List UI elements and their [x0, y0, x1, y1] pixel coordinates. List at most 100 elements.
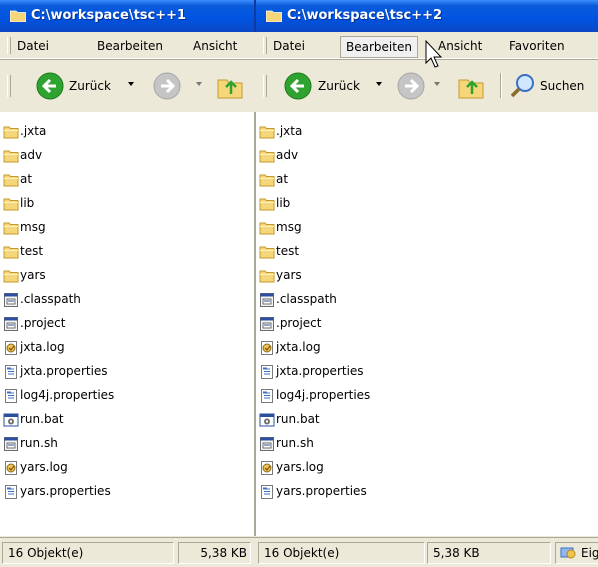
file-name: run.sh: [276, 436, 314, 450]
list-item[interactable]: yars.properties: [0, 481, 254, 503]
file-list: .jxta adv at lib msg test yars .classpat…: [0, 112, 256, 536]
file-name: .project: [276, 316, 322, 330]
menu-bearbeiten[interactable]: Bearbeiten: [340, 36, 418, 58]
list-item[interactable]: jxta.properties: [0, 361, 254, 383]
file-name: run.bat: [20, 412, 64, 426]
status-bar: 16 Objekt(e) 5,38 KB Eige: [256, 537, 598, 567]
list-item[interactable]: log4j.properties: [256, 385, 598, 407]
back-arrow-icon[interactable]: [35, 71, 65, 101]
folder-icon: [3, 220, 19, 236]
menu-favoriten[interactable]: Favoriten: [509, 39, 565, 53]
forward-dropdown-arrow: [196, 82, 202, 86]
list-item[interactable]: test: [256, 241, 598, 263]
folder-icon: [3, 268, 19, 284]
status-object-count: 16 Objekt(e): [8, 546, 84, 560]
list-item[interactable]: yars.log: [0, 457, 254, 479]
file-list: .jxta adv at lib msg test yars .classpat…: [256, 112, 598, 536]
log-file-icon: [259, 340, 275, 356]
folder-icon: [3, 244, 19, 260]
file-name: yars.properties: [20, 484, 111, 498]
list-item[interactable]: at: [256, 169, 598, 191]
folder-icon: [259, 124, 275, 140]
toolbar-grip[interactable]: [263, 75, 267, 97]
file-name: yars.log: [20, 460, 68, 474]
search-icon[interactable]: [508, 71, 538, 101]
file-name: log4j.properties: [20, 388, 115, 402]
toolbar-grip[interactable]: [7, 37, 11, 54]
title-bar[interactable]: C:\workspace\tsc++1: [0, 0, 256, 32]
status-zone: Eige: [581, 546, 598, 560]
list-item[interactable]: adv: [256, 145, 598, 167]
list-item[interactable]: yars.properties: [256, 481, 598, 503]
status-size: 5,38 KB: [200, 546, 247, 560]
search-button-label[interactable]: Suchen: [540, 79, 584, 93]
menu-datei[interactable]: Datei: [273, 39, 305, 53]
folder-icon: [266, 10, 282, 22]
status-object-count: 16 Objekt(e): [264, 546, 340, 560]
back-button-label[interactable]: Zurück: [318, 79, 360, 93]
file-name: .project: [20, 316, 66, 330]
folder-icon: [259, 148, 275, 164]
forward-arrow-icon: [397, 72, 425, 100]
file-name: .classpath: [276, 292, 337, 306]
list-item[interactable]: .project: [0, 313, 254, 335]
back-dropdown-arrow[interactable]: [128, 82, 134, 86]
file-name: at: [20, 172, 33, 186]
explorer-window-2: C:\workspace\tsc++2 Datei Bearbeiten Ans…: [256, 0, 598, 567]
generic-file-icon: [3, 292, 19, 308]
generic-file-icon: [259, 292, 275, 308]
menu-bar: Datei Bearbeiten Ansicht: [0, 33, 256, 59]
list-item[interactable]: jxta.properties: [256, 361, 598, 383]
list-item[interactable]: log4j.properties: [0, 385, 254, 407]
list-item[interactable]: .jxta: [256, 121, 598, 143]
file-name: jxta.properties: [20, 364, 108, 378]
list-item[interactable]: jxta.log: [256, 337, 598, 359]
list-item[interactable]: .classpath: [256, 289, 598, 311]
status-bar: 16 Objekt(e) 5,38 KB: [0, 537, 256, 567]
list-item[interactable]: yars.log: [256, 457, 598, 479]
list-item[interactable]: yars: [256, 265, 598, 287]
list-item[interactable]: adv: [0, 145, 254, 167]
list-item[interactable]: run.bat: [0, 409, 254, 431]
menu-ansicht[interactable]: Ansicht: [193, 39, 237, 53]
generic-file-icon: [3, 436, 19, 452]
back-dropdown-arrow[interactable]: [376, 82, 382, 86]
file-name: jxta.log: [20, 340, 65, 354]
file-name: yars.log: [276, 460, 324, 474]
back-arrow-icon[interactable]: [283, 71, 313, 101]
file-name: yars: [20, 268, 46, 282]
status-count-cell: 16 Objekt(e): [258, 542, 425, 564]
file-name: at: [276, 172, 289, 186]
toolbar-grip[interactable]: [263, 37, 267, 54]
list-item[interactable]: run.sh: [256, 433, 598, 455]
list-item[interactable]: test: [0, 241, 254, 263]
file-name: lib: [20, 196, 35, 210]
folder-icon: [259, 172, 275, 188]
generic-file-icon: [259, 316, 275, 332]
list-item[interactable]: msg: [0, 217, 254, 239]
list-item[interactable]: yars: [0, 265, 254, 287]
list-item[interactable]: .project: [256, 313, 598, 335]
file-name: .jxta: [276, 124, 303, 138]
menu-bearbeiten[interactable]: Bearbeiten: [97, 39, 163, 53]
list-item[interactable]: msg: [256, 217, 598, 239]
list-item[interactable]: at: [0, 169, 254, 191]
file-name: test: [20, 244, 44, 258]
list-item[interactable]: .jxta: [0, 121, 254, 143]
menu-datei[interactable]: Datei: [17, 39, 49, 53]
list-item[interactable]: .classpath: [0, 289, 254, 311]
toolbar-grip[interactable]: [7, 75, 11, 97]
list-item[interactable]: run.bat: [256, 409, 598, 431]
list-item[interactable]: run.sh: [0, 433, 254, 455]
back-button-label[interactable]: Zurück: [69, 79, 111, 93]
list-item[interactable]: lib: [256, 193, 598, 215]
file-name: lib: [276, 196, 291, 210]
properties-file-icon: [259, 484, 275, 500]
list-item[interactable]: jxta.log: [0, 337, 254, 359]
forward-arrow-icon: [153, 72, 181, 100]
folder-up-icon[interactable]: [215, 71, 245, 101]
list-item[interactable]: lib: [0, 193, 254, 215]
folder-up-icon[interactable]: [456, 71, 486, 101]
forward-dropdown-arrow: [434, 82, 440, 86]
title-bar[interactable]: C:\workspace\tsc++2: [256, 0, 598, 32]
